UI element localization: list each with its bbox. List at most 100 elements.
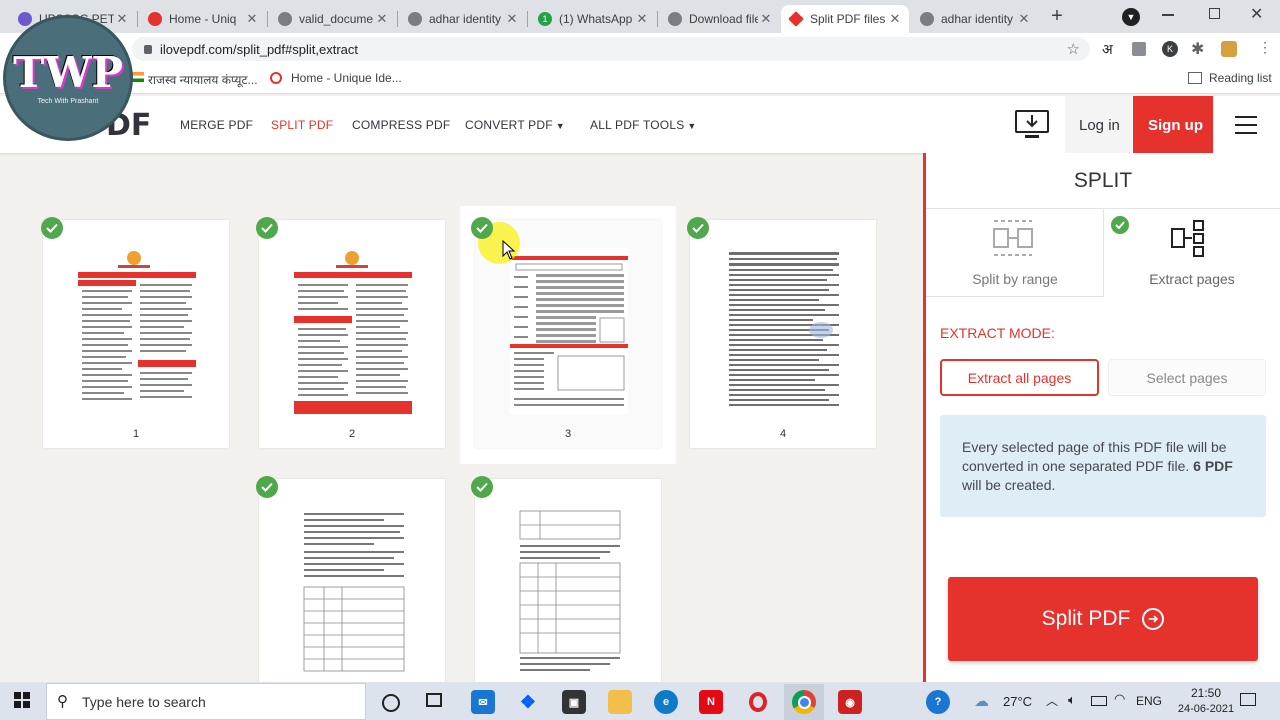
wifi-icon[interactable]: ◠: [1114, 691, 1125, 707]
bookmark-home-unique[interactable]: Home - Unique Ide...: [291, 71, 402, 85]
tab-adhar-identity[interactable]: adhar identity ✕: [400, 5, 526, 33]
twp-watermark-logo: TWP Tech With Prashant: [6, 18, 130, 138]
file-explorer-icon[interactable]: [608, 690, 632, 714]
nav-merge-pdf[interactable]: MERGE PDF: [180, 118, 253, 132]
reading-list-icon: [1188, 72, 1202, 84]
puzzle-extensions-icon[interactable]: ✱: [1191, 39, 1204, 59]
page-card-2[interactable]: 2: [259, 220, 445, 448]
help-icon[interactable]: ?: [926, 690, 950, 714]
clock-date[interactable]: 24-06-2021: [1170, 703, 1242, 715]
selected-check-icon[interactable]: [256, 476, 278, 498]
tab-home-unique[interactable]: Home - Uniq ✕: [140, 5, 266, 33]
weather-cloud-icon[interactable]: ☁: [974, 692, 989, 710]
menu-kebab-icon[interactable]: ⋮: [1258, 39, 1272, 56]
edge-icon[interactable]: e: [654, 690, 678, 714]
windows-start-icon[interactable]: [14, 692, 30, 713]
page-card-4[interactable]: 4: [690, 220, 876, 448]
select-pages-button[interactable]: Select pages: [1108, 359, 1266, 396]
tab-divider: [137, 11, 138, 27]
cortana-icon[interactable]: [382, 694, 400, 712]
login-button[interactable]: Log in: [1079, 117, 1120, 134]
extract-all-pages-button[interactable]: Extract all pages: [940, 359, 1099, 396]
taskbar-search-box[interactable]: ⚲ Type here to search: [46, 683, 366, 720]
bookmark-star-icon[interactable]: ☆: [1067, 40, 1080, 58]
translate-icon[interactable]: अ: [1102, 40, 1113, 59]
page-thumbnail-5: [294, 507, 412, 675]
language-indicator[interactable]: ENG: [1136, 694, 1162, 708]
netflix-icon[interactable]: N: [699, 690, 723, 714]
address-bar[interactable]: ilovepdf.com/split_pdf#split,extract ☆: [132, 37, 1090, 61]
close-tab-icon[interactable]: ✕: [504, 11, 520, 27]
tab-divider: [527, 11, 528, 27]
tab-download-file[interactable]: Download file ✕: [660, 5, 780, 33]
nav-all-pdf-tools[interactable]: ALL PDF TOOLS ▼: [590, 118, 697, 132]
tab-whatsapp[interactable]: 1 (1) WhatsApp ✕: [530, 5, 656, 33]
chrome-icon[interactable]: [792, 690, 816, 714]
tab-valid-document[interactable]: valid_docume ✕: [270, 5, 396, 33]
close-tab-icon[interactable]: ✕: [114, 11, 130, 27]
selected-check-icon[interactable]: [256, 217, 278, 239]
tab-divider: [657, 11, 658, 27]
nav-convert-pdf[interactable]: CONVERT PDF ▼: [465, 118, 565, 132]
notifications-icon[interactable]: [1240, 693, 1256, 706]
extract-pages-option[interactable]: Extract pages: [1104, 209, 1280, 297]
page-thumbnail-2: [294, 248, 412, 414]
task-view-icon[interactable]: [426, 693, 442, 707]
signup-button[interactable]: Sign up: [1133, 96, 1213, 153]
close-tab-icon[interactable]: ✕: [758, 11, 774, 27]
hamburger-menu-icon[interactable]: [1235, 116, 1257, 134]
split-by-range-label: Split by range: [972, 271, 1058, 287]
reading-list-button[interactable]: Reading list: [1209, 71, 1272, 85]
page-number: 4: [779, 428, 787, 440]
user-avatar[interactable]: [1221, 41, 1237, 57]
temperature-text[interactable]: 27°C: [1003, 694, 1032, 709]
globe-icon: [278, 12, 292, 26]
close-tab-icon[interactable]: ✕: [1016, 11, 1032, 27]
extension-icon[interactable]: [1132, 42, 1146, 56]
battery-icon[interactable]: [1091, 696, 1107, 706]
page-card-6[interactable]: [475, 479, 661, 682]
selected-check-icon[interactable]: [41, 217, 63, 239]
opera-icon[interactable]: [746, 690, 770, 714]
tab-adhar-identity-2[interactable]: adhar identity ✕: [912, 5, 1038, 33]
tab-search-icon[interactable]: ▼: [1122, 8, 1140, 26]
restore-icon[interactable]: [1209, 8, 1220, 19]
new-tab-plus-icon[interactable]: +: [1046, 6, 1068, 28]
close-tab-icon[interactable]: ✕: [244, 11, 260, 27]
tab-split-pdf[interactable]: Split PDF files ✕: [781, 5, 909, 33]
clock-time[interactable]: 21:50: [1176, 686, 1236, 700]
desktop-app-icon[interactable]: [1015, 110, 1049, 145]
info-text: Every selected page of this PDF file wil…: [962, 439, 1227, 474]
url-text: ilovepdf.com/split_pdf#split,extract: [160, 41, 358, 57]
selected-check-icon[interactable]: [687, 217, 709, 239]
minimize-icon[interactable]: [1162, 14, 1174, 16]
page-card-1[interactable]: 1: [43, 220, 229, 448]
nav-split-pdf[interactable]: SPLIT PDF: [271, 118, 333, 132]
browser-tab-strip: UPSSSC PET O ✕ Home - Uniq ✕ valid_docum…: [0, 0, 1280, 33]
close-tab-icon[interactable]: ✕: [887, 11, 903, 27]
store-icon[interactable]: ▣: [562, 690, 586, 714]
bookmark-rajasva[interactable]: राजस्व न्यायालय कंप्यूट...: [148, 71, 258, 88]
selected-check-icon[interactable]: [471, 217, 493, 239]
selected-check-icon[interactable]: [471, 476, 493, 498]
close-window-icon[interactable]: ✕: [1250, 4, 1263, 24]
caret-down-icon: ▼: [555, 121, 565, 131]
page-card-5[interactable]: [259, 479, 445, 682]
dropbox-icon[interactable]: ❖: [516, 690, 540, 714]
page-number: 1: [132, 428, 140, 440]
panel-title: SPLIT: [1073, 169, 1133, 192]
volume-icon[interactable]: 🔈︎: [1068, 692, 1076, 708]
profile-k-icon[interactable]: K: [1162, 41, 1178, 57]
extract-pages-label: Extract pages: [1149, 271, 1235, 287]
globe-icon: [668, 12, 682, 26]
info-suffix: will be created.: [962, 477, 1056, 493]
chevron-up-icon[interactable]: ︿: [1046, 692, 1058, 709]
close-tab-icon[interactable]: ✕: [634, 11, 650, 27]
close-tab-icon[interactable]: ✕: [374, 11, 390, 27]
nav-compress-pdf[interactable]: COMPRESS PDF: [352, 118, 450, 132]
split-by-range-option[interactable]: Split by range: [926, 209, 1104, 297]
mail-icon[interactable]: ✉: [471, 690, 495, 714]
extract-mode-label: EXTRACT MODE:: [940, 325, 1055, 341]
screen-recorder-icon[interactable]: ◉: [838, 690, 862, 714]
split-pdf-button[interactable]: Split PDF ➜: [948, 577, 1258, 661]
